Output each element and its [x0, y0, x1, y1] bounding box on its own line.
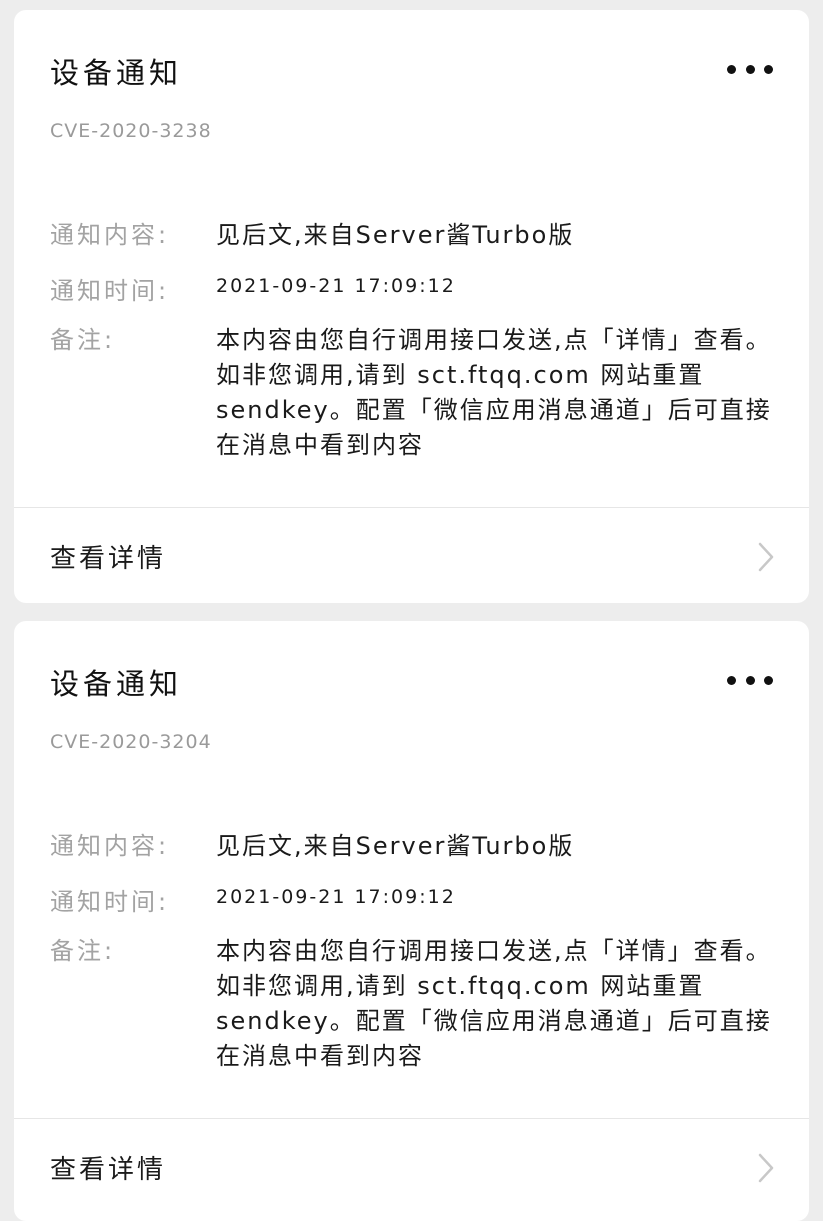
- notification-card: 设备通知 CVE-2020-3204 通知内容: 见后文,来自Server酱Tu…: [14, 621, 809, 1221]
- view-details-label: 查看详情: [50, 1155, 167, 1185]
- view-details-link[interactable]: 查看详情: [14, 1119, 809, 1214]
- field-value: 见后文,来自Server酱Turbo版: [216, 832, 575, 860]
- view-details-link[interactable]: 查看详情: [14, 508, 809, 603]
- view-details-label: 查看详情: [50, 544, 167, 574]
- field-content: 通知内容: 见后文,来自Server酱Turbo版: [50, 826, 779, 861]
- more-dots-icon: [745, 675, 755, 685]
- field-value: 见后文,来自Server酱Turbo版: [216, 221, 575, 249]
- field-label: 通知时间:: [50, 888, 170, 916]
- more-dots-icon: [764, 675, 773, 685]
- more-dots-icon: [727, 675, 736, 685]
- field-value: 2021-09-21 17:09:12: [216, 886, 456, 908]
- field-label: 备注:: [50, 326, 116, 354]
- field-time: 通知时间: 2021-09-21 17:09:12: [50, 882, 779, 917]
- chevron-right-icon: [758, 1153, 774, 1183]
- more-options-button[interactable]: [727, 665, 773, 695]
- card-header: 设备通知 CVE-2020-3238: [14, 10, 809, 170]
- chevron-right-icon: [758, 542, 774, 572]
- field-label: 通知时间:: [50, 277, 170, 305]
- card-subtitle: CVE-2020-3238: [50, 120, 212, 142]
- field-content: 通知内容: 见后文,来自Server酱Turbo版: [50, 215, 779, 250]
- field-label: 通知内容:: [50, 221, 170, 249]
- field-value: 本内容由您自行调用接口发送,点「详情」查看。如非您调用,请到 sct.ftqq.…: [216, 326, 772, 459]
- field-value: 2021-09-21 17:09:12: [216, 275, 456, 297]
- card-header: 设备通知 CVE-2020-3204: [14, 621, 809, 781]
- field-time: 通知时间: 2021-09-21 17:09:12: [50, 271, 779, 306]
- more-dots-icon: [745, 64, 755, 74]
- field-remark: 备注: 本内容由您自行调用接口发送,点「详情」查看。如非您调用,请到 sct.f…: [50, 934, 779, 1074]
- notification-feed: 设备通知 CVE-2020-3238 通知内容: 见后文,来自Server酱Tu…: [0, 0, 823, 1221]
- card-title: 设备通知: [50, 56, 183, 90]
- field-label: 备注:: [50, 937, 116, 965]
- field-label: 通知内容:: [50, 832, 170, 860]
- notification-card: 设备通知 CVE-2020-3238 通知内容: 见后文,来自Server酱Tu…: [14, 10, 809, 603]
- card-subtitle: CVE-2020-3204: [50, 731, 212, 753]
- field-value: 本内容由您自行调用接口发送,点「详情」查看。如非您调用,请到 sct.ftqq.…: [216, 937, 772, 1070]
- card-title: 设备通知: [50, 667, 183, 701]
- more-dots-icon: [727, 64, 736, 74]
- field-remark: 备注: 本内容由您自行调用接口发送,点「详情」查看。如非您调用,请到 sct.f…: [50, 323, 779, 463]
- more-dots-icon: [764, 64, 773, 74]
- more-options-button[interactable]: [727, 54, 773, 84]
